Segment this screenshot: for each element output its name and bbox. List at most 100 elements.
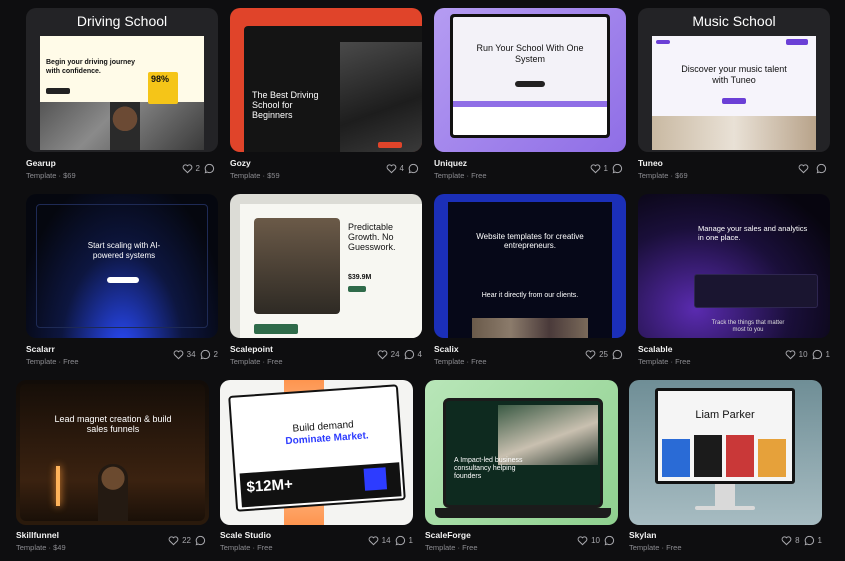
thumbnail-scalepoint[interactable]: Predictable Growth. No Guesswork. $39.9M bbox=[230, 194, 422, 338]
comment-icon bbox=[604, 535, 615, 546]
card-subtitle: Template · Free bbox=[220, 543, 273, 552]
card-subtitle: Template · $69 bbox=[26, 171, 76, 180]
preview-headline: Run Your School With One System bbox=[476, 43, 584, 64]
preview-headline: Begin your driving journey with confiden… bbox=[46, 59, 136, 75]
thumbnail-scale-studio[interactable]: Build demand Dominate Market. $12M+ bbox=[220, 380, 413, 525]
heart-icon bbox=[168, 536, 179, 546]
like-count: 10 bbox=[591, 536, 600, 545]
like-button[interactable]: 14 bbox=[368, 535, 391, 546]
card-subtitle: Template · Free bbox=[638, 357, 691, 366]
thumbnail-tuneo[interactable]: Music School Discover your music talent … bbox=[638, 8, 830, 152]
card-title[interactable]: Gozy bbox=[230, 158, 280, 169]
like-button[interactable]: 8 bbox=[781, 535, 800, 546]
heart-icon bbox=[377, 350, 388, 360]
template-card-scaleforge[interactable]: A Impact-led business consultancy helpin… bbox=[425, 380, 618, 555]
card-title[interactable]: Skylan bbox=[629, 530, 682, 541]
card-title[interactable]: Scale Studio bbox=[220, 530, 273, 541]
preview-stat: 98% bbox=[151, 74, 170, 84]
thumbnail-uniquez[interactable]: Run Your School With One System bbox=[434, 8, 626, 152]
card-title[interactable]: Skillfunnel bbox=[16, 530, 66, 541]
comment-button[interactable] bbox=[204, 163, 218, 174]
comment-button[interactable] bbox=[195, 535, 209, 546]
thumbnail-skillfunnel[interactable]: Lead magnet creation & build sales funne… bbox=[16, 380, 209, 525]
comment-button[interactable] bbox=[612, 163, 626, 174]
comment-button[interactable]: 4 bbox=[404, 349, 422, 360]
card-title[interactable]: Scalable bbox=[638, 344, 691, 355]
card-title[interactable]: Gearup bbox=[26, 158, 76, 169]
heart-icon bbox=[368, 536, 379, 546]
thumbnail-scalarr[interactable]: Start scaling with AI-powered systems bbox=[26, 194, 218, 338]
template-card-scalable[interactable]: Manage your sales and analytics in one p… bbox=[638, 194, 830, 369]
comment-button[interactable] bbox=[408, 163, 422, 174]
template-card-scalepoint[interactable]: Predictable Growth. No Guesswork. $39.9M… bbox=[230, 194, 422, 369]
thumbnail-gozy[interactable]: The Best Driving School for Beginners bbox=[230, 8, 422, 152]
thumbnail-gearup[interactable]: Driving School Begin your driving journe… bbox=[26, 8, 218, 152]
heart-icon bbox=[173, 350, 184, 360]
like-button[interactable]: 24 bbox=[377, 349, 400, 360]
like-count: 1 bbox=[603, 164, 608, 173]
comment-button[interactable]: 1 bbox=[804, 535, 822, 546]
heart-icon bbox=[577, 536, 588, 546]
like-button[interactable]: 22 bbox=[168, 535, 191, 546]
card-title[interactable]: Uniquez bbox=[434, 158, 487, 169]
card-subtitle: Template · $59 bbox=[230, 171, 280, 180]
comment-button[interactable] bbox=[604, 535, 618, 546]
comment-button[interactable]: 1 bbox=[395, 535, 413, 546]
card-title[interactable]: Scalarr bbox=[26, 344, 79, 355]
like-button[interactable]: 2 bbox=[182, 163, 200, 174]
thumbnail-scalable[interactable]: Manage your sales and analytics in one p… bbox=[638, 194, 830, 338]
preview-headline-2: Hear it directly from our clients. bbox=[481, 292, 579, 299]
template-card-uniquez[interactable]: Run Your School With One System Uniquez … bbox=[434, 8, 626, 183]
comment-button[interactable] bbox=[612, 349, 626, 360]
heart-icon bbox=[386, 164, 396, 174]
comment-button[interactable]: 1 bbox=[812, 349, 830, 360]
comment-icon bbox=[204, 163, 215, 174]
card-title[interactable]: Scalix bbox=[434, 344, 487, 355]
template-card-scalarr[interactable]: Start scaling with AI-powered systems Sc… bbox=[26, 194, 218, 369]
like-button[interactable] bbox=[798, 163, 812, 174]
heart-icon bbox=[781, 536, 792, 546]
comment-icon bbox=[404, 349, 414, 360]
like-count: 4 bbox=[399, 164, 404, 173]
like-button[interactable]: 10 bbox=[577, 535, 600, 546]
thumbnail-skylan[interactable]: Liam Parker bbox=[629, 380, 822, 525]
thumbnail-scaleforge[interactable]: A Impact-led business consultancy helpin… bbox=[425, 380, 618, 525]
banner-text: Music School bbox=[692, 13, 776, 29]
thumbnail-scalix[interactable]: Website templates for creative entrepren… bbox=[434, 194, 626, 338]
card-title[interactable]: ScaleForge bbox=[425, 530, 478, 541]
preview-headline: Website templates for creative entrepren… bbox=[476, 232, 584, 250]
template-card-scalix[interactable]: Website templates for creative entrepren… bbox=[434, 194, 626, 369]
card-subtitle: Template · Free bbox=[629, 543, 682, 552]
like-button[interactable]: 1 bbox=[590, 163, 608, 174]
comment-count: 2 bbox=[213, 350, 218, 359]
card-title[interactable]: Scalepoint bbox=[230, 344, 283, 355]
like-button[interactable]: 25 bbox=[585, 349, 608, 360]
template-card-skylan[interactable]: Liam Parker Skylan Template · Free 8 1 bbox=[629, 380, 822, 555]
like-button[interactable]: 34 bbox=[173, 349, 196, 360]
comment-icon bbox=[200, 349, 210, 360]
comment-icon bbox=[804, 535, 814, 546]
template-card-scale-studio[interactable]: Build demand Dominate Market. $12M+ Scal… bbox=[220, 380, 413, 555]
template-card-gearup[interactable]: Driving School Begin your driving journe… bbox=[26, 8, 218, 183]
like-count: 10 bbox=[798, 350, 808, 359]
like-button[interactable]: 4 bbox=[386, 163, 404, 174]
heart-icon bbox=[785, 350, 796, 360]
like-count: 34 bbox=[186, 350, 196, 359]
like-count: 25 bbox=[599, 350, 608, 359]
preview-headline: The Best Driving School for Beginners bbox=[252, 90, 319, 120]
heart-icon bbox=[182, 164, 192, 174]
like-count: 22 bbox=[182, 536, 191, 545]
comment-icon bbox=[612, 163, 623, 174]
card-subtitle: Template · Free bbox=[230, 357, 283, 366]
comment-icon bbox=[612, 349, 623, 360]
comment-button[interactable] bbox=[816, 163, 830, 174]
like-button[interactable]: 10 bbox=[785, 349, 808, 360]
card-subtitle: Template · $69 bbox=[638, 171, 688, 180]
preview-headline: Liam Parker bbox=[695, 409, 755, 421]
template-card-gozy[interactable]: The Best Driving School for Beginners Go… bbox=[230, 8, 422, 183]
card-title[interactable]: Tuneo bbox=[638, 158, 688, 169]
template-card-skillfunnel[interactable]: Lead magnet creation & build sales funne… bbox=[16, 380, 209, 555]
comment-button[interactable]: 2 bbox=[200, 349, 218, 360]
preview-headline: Manage your sales and analytics in one p… bbox=[698, 224, 808, 242]
template-card-tuneo[interactable]: Music School Discover your music talent … bbox=[638, 8, 830, 183]
